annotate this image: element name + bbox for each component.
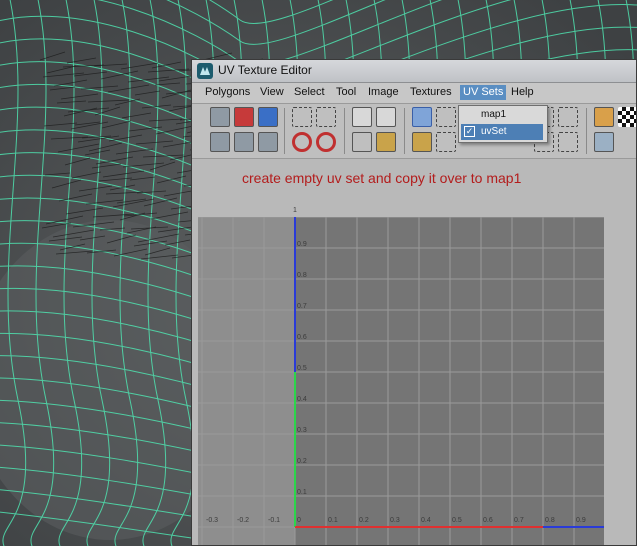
v-tick-label: 0.5 <box>297 365 307 372</box>
toolbar <box>192 104 636 159</box>
u-tick-label: -0.2 <box>237 517 250 524</box>
window-title: UV Texture Editor <box>218 63 312 77</box>
checker-icon[interactable] <box>618 107 636 127</box>
uvset-option-uvset[interactable]: ✓ uvSet <box>461 124 543 140</box>
u-tick-label: 0.7 <box>514 517 524 524</box>
u-tick-label: -0.3 <box>206 517 219 524</box>
u-tick-label: -0.1 <box>268 517 281 524</box>
uvset-option-uvset-label: uvSet <box>481 126 507 137</box>
scale-uv-icon[interactable] <box>258 107 278 127</box>
align-icon[interactable] <box>376 132 396 152</box>
v-tick-label: 0.8 <box>297 272 307 279</box>
u-tick-label: 0.4 <box>421 517 431 524</box>
uv-grid-icon[interactable] <box>210 107 230 127</box>
uv-texture-editor-window[interactable]: UV Texture Editor Polygons View Select T… <box>191 59 637 546</box>
menu-tool[interactable]: Tool <box>336 86 356 98</box>
flip-u-icon[interactable] <box>292 107 312 127</box>
title-bar[interactable]: UV Texture Editor <box>192 60 636 83</box>
unfold-icon[interactable] <box>412 107 432 127</box>
u-tick-label: 0.8 <box>545 517 555 524</box>
sew-uv-icon[interactable] <box>376 107 396 127</box>
u-tick-label: 0.2 <box>359 517 369 524</box>
v-tick-label: 0.7 <box>297 303 307 310</box>
select-border-icon[interactable] <box>558 107 578 127</box>
shaded-uv-icon[interactable] <box>594 132 614 152</box>
u-tick-label: 0.9 <box>576 517 586 524</box>
uvset-option-map1[interactable]: map1 <box>461 107 543 123</box>
maya-logo-icon <box>197 63 213 79</box>
u-tick-label: 0.5 <box>452 517 462 524</box>
select-overlap-icon[interactable] <box>558 132 578 152</box>
image-display-icon[interactable] <box>594 107 614 127</box>
u-tick-label: 0.1 <box>328 517 338 524</box>
shell-select-icon[interactable] <box>210 132 230 152</box>
u-tick-label: 0 <box>297 517 301 524</box>
v-tick-label: 0.3 <box>297 427 307 434</box>
u-tick-label: 0.3 <box>390 517 400 524</box>
annotation-text: create empty uv set and copy it over to … <box>242 170 522 186</box>
v-tick-label: 0.2 <box>297 458 307 465</box>
rotate-uv-icon[interactable] <box>234 132 254 152</box>
menu-polygons[interactable]: Polygons <box>205 86 250 98</box>
menu-bar: Polygons View Select Tool Image Textures… <box>192 83 636 104</box>
menu-select[interactable]: Select <box>294 86 325 98</box>
menu-view[interactable]: View <box>260 86 284 98</box>
menu-textures[interactable]: Textures <box>410 86 452 98</box>
uv-origin-label: 1 <box>293 207 297 214</box>
menu-image[interactable]: Image <box>368 86 399 98</box>
v-tick-label: 0.4 <box>297 396 307 403</box>
menu-uv-sets[interactable]: UV Sets <box>460 85 507 100</box>
layout-icon[interactable] <box>436 107 456 127</box>
uv-grid-lines <box>198 217 604 545</box>
move-uv-icon[interactable] <box>234 107 254 127</box>
cut-uv-icon[interactable] <box>352 107 372 127</box>
v-tick-label: 0.1 <box>297 489 307 496</box>
u-tick-label: 0.6 <box>483 517 493 524</box>
flip-v-icon[interactable] <box>316 107 336 127</box>
menu-help[interactable]: Help <box>511 86 534 98</box>
rotate-ccw-icon[interactable] <box>292 132 312 152</box>
tweak-uv-icon[interactable] <box>258 132 278 152</box>
v-tick-label: 0.9 <box>297 241 307 248</box>
checkmark-icon: ✓ <box>464 126 475 137</box>
uv-sets-dropdown: map1 ✓ uvSet <box>458 105 548 143</box>
snap-icon[interactable] <box>352 132 372 152</box>
uv-grid-canvas[interactable]: 0.9 0.8 0.7 0.6 0.5 0.4 0.3 0.2 0.1 -0.3 -0.2 -0.1… <box>198 217 604 545</box>
rotate-cw-icon[interactable] <box>316 132 336 152</box>
v-tick-label: 0.6 <box>297 334 307 341</box>
grid-uv-icon[interactable] <box>412 132 432 152</box>
relax-icon[interactable] <box>436 132 456 152</box>
